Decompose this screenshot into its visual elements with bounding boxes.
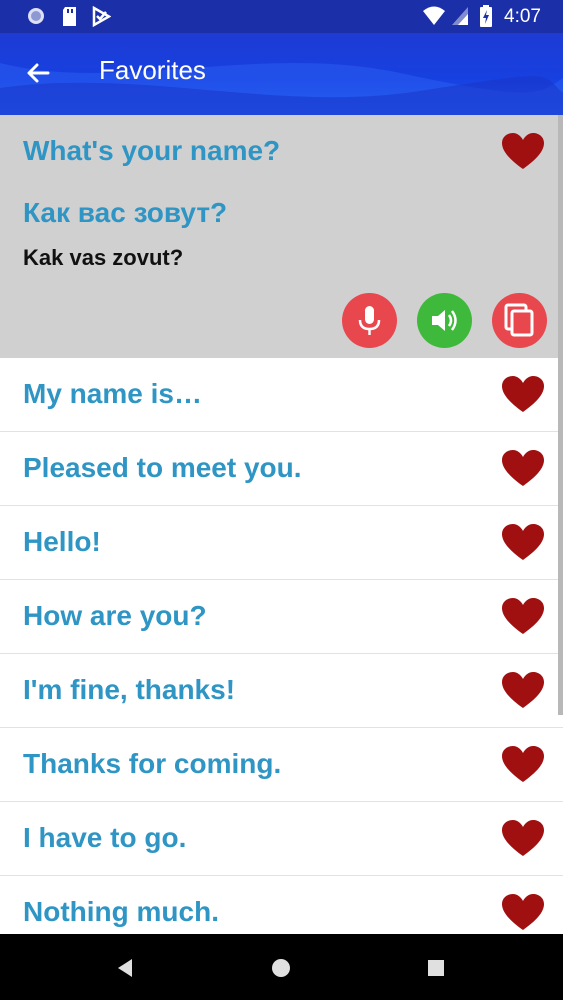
phrase-text: How are you? [23,600,207,631]
back-triangle-icon[interactable] [112,954,140,982]
microphone-button[interactable] [342,293,397,348]
phrase-text: My name is… [23,378,202,409]
microphone-icon [358,306,381,335]
app-bar: Favorites [0,33,563,115]
signal-icon [452,7,468,25]
phrase-text: Pleased to meet you. [23,452,302,483]
phrase-text: I have to go. [23,822,187,853]
expanded-phrase-card[interactable]: What's your name? Как вас зовут? Kak vas… [0,115,563,358]
system-nav-bar [0,934,563,1000]
notification-dot-icon [28,8,44,24]
list-item[interactable]: Hello! [0,506,563,580]
favorite-heart-icon[interactable] [502,820,544,858]
list-item[interactable]: My name is… [0,358,563,432]
wifi-icon [423,6,445,25]
speaker-icon [432,310,457,331]
status-bar: 4:07 [0,0,563,33]
phrase-text: Thanks for coming. [23,748,282,779]
copy-icon [504,303,534,337]
back-button[interactable] [18,55,58,95]
favorite-heart-icon[interactable] [502,672,544,710]
app-bar-wave-decoration [0,63,563,115]
favorite-heart-icon[interactable] [502,133,544,171]
play-store-icon [92,6,111,27]
sd-card-icon [63,7,76,26]
list-item[interactable]: I have to go. [0,802,563,876]
phrase-text: Nothing much. [23,896,219,927]
status-time: 4:07 [504,6,541,27]
list-item[interactable]: Pleased to meet you. [0,432,563,506]
transliteration-text: Kak vas zovut? [23,245,184,270]
list-item[interactable]: How are you? [0,580,563,654]
scrollbar[interactable] [558,115,563,715]
favorite-heart-icon[interactable] [502,524,544,562]
favorite-heart-icon[interactable] [502,376,544,414]
phrase-text: I'm fine, thanks! [23,674,236,705]
copy-button[interactable] [492,293,547,348]
favorites-list: My name is… Pleased to meet you. Hello! … [0,358,563,950]
favorite-heart-icon[interactable] [502,598,544,636]
phrase-text: Hello! [23,526,101,557]
list-item[interactable]: Thanks for coming. [0,728,563,802]
battery-charging-icon [480,5,492,27]
phrase-text: What's your name? [23,135,281,166]
translation-text: Как вас зовут? [23,197,228,228]
favorite-heart-icon[interactable] [502,746,544,784]
play-audio-button[interactable] [417,293,472,348]
favorite-heart-icon[interactable] [502,450,544,488]
list-item[interactable]: I'm fine, thanks! [0,654,563,728]
page-title: Favorites [99,55,206,85]
recents-square-icon[interactable] [422,954,450,982]
favorite-heart-icon[interactable] [502,894,544,932]
arrow-back-icon [27,63,50,83]
home-circle-icon[interactable] [267,954,295,982]
